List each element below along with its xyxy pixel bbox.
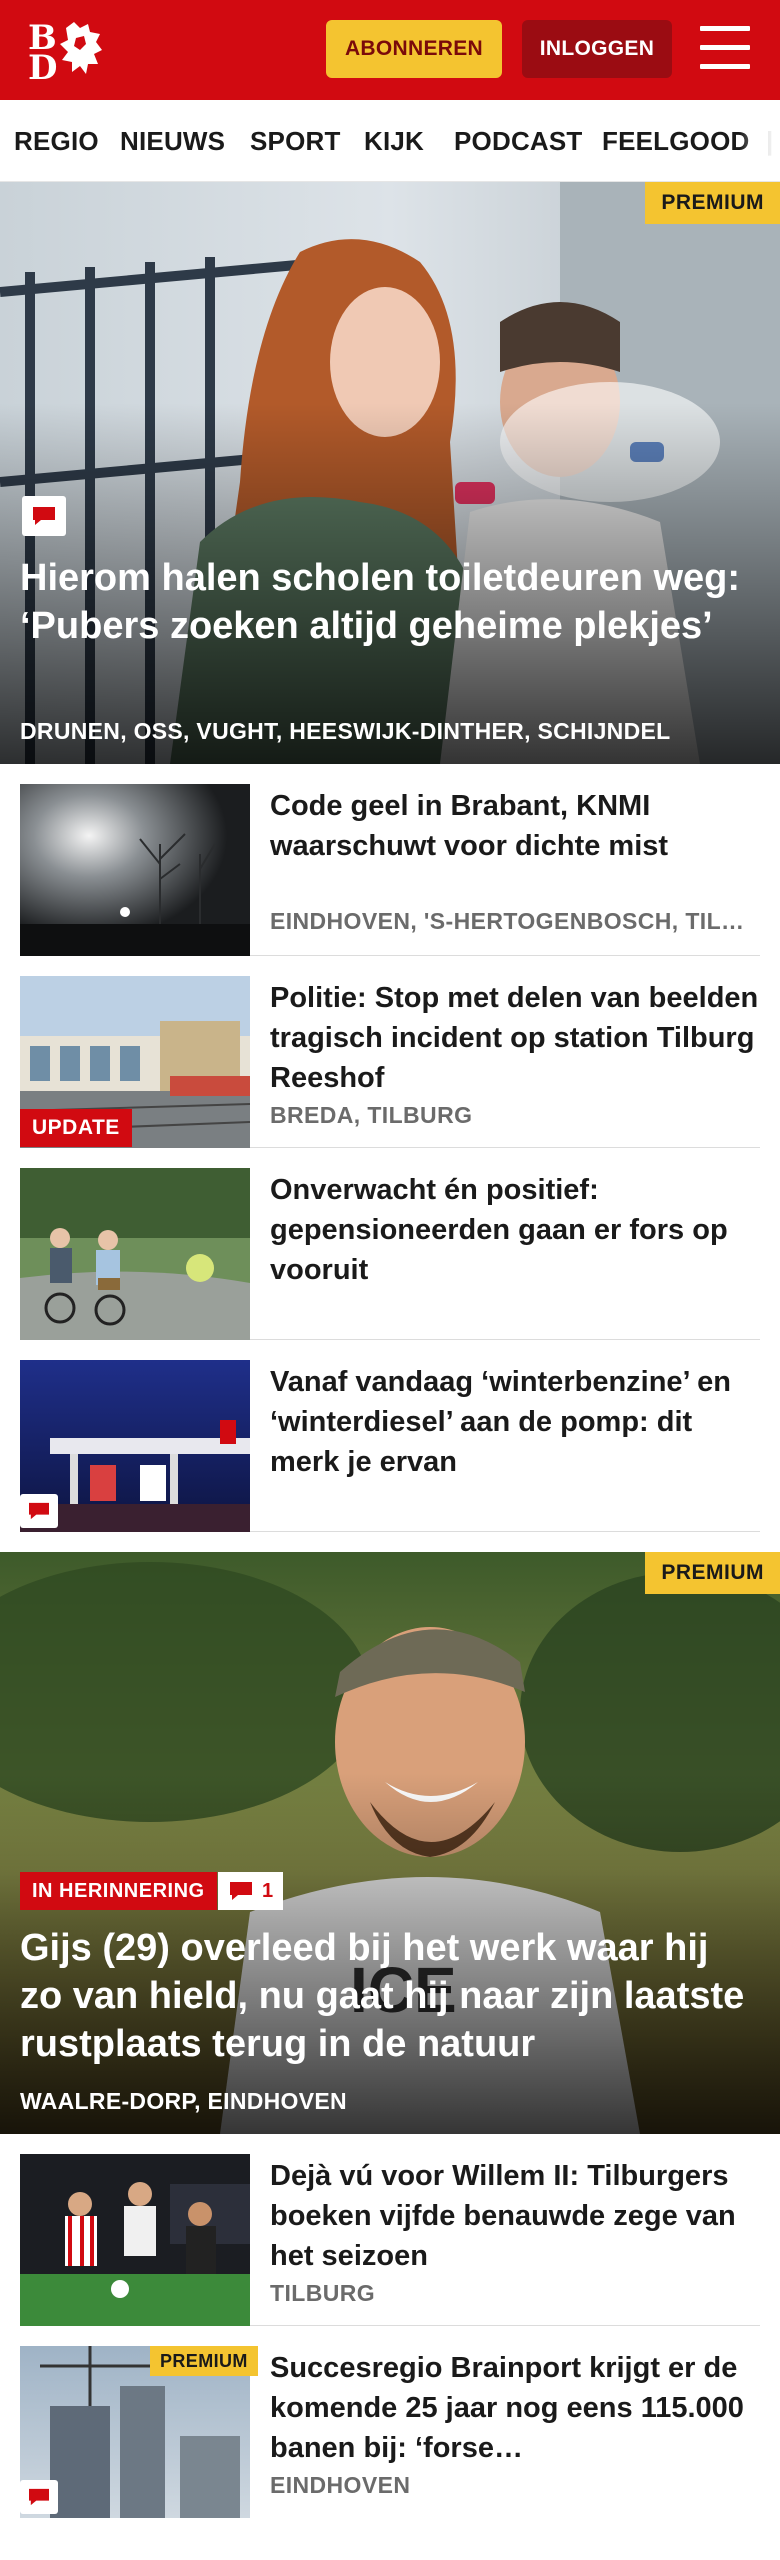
- article-locations: TILBURG: [270, 2280, 376, 2306]
- update-badge: UPDATE: [20, 1109, 132, 1147]
- login-button[interactable]: INLOGGEN: [522, 20, 672, 78]
- comment-icon: [22, 496, 66, 536]
- hero-title[interactable]: Gijs (29) overleed bij het werk waar hij…: [20, 1924, 750, 2068]
- list-item[interactable]: Code geel in Brabant, KNMI waarschuwt vo…: [20, 784, 760, 956]
- top-bar: B D ABONNEREN INLOGGEN: [0, 0, 780, 100]
- comment-icon: [20, 2480, 58, 2514]
- nav-item-regio[interactable]: REGIO: [14, 100, 99, 181]
- hero-locations: WAALRE-DORP, EINDHOVEN: [20, 2088, 347, 2114]
- hero-title[interactable]: Hierom halen scholen toiletdeuren weg: ‘…: [20, 554, 750, 650]
- nav-item-podcast[interactable]: PODCAST: [454, 100, 583, 181]
- article-locations: EINDHOVEN: [270, 2472, 411, 2498]
- logo-letter-d: D: [28, 48, 58, 88]
- article-thumbnail: [20, 1168, 250, 1340]
- nav-item-sport[interactable]: SPORT: [250, 100, 341, 181]
- nav-fade: [740, 100, 780, 181]
- article-title[interactable]: Politie: Stop met delen van beelden trag…: [270, 978, 760, 1098]
- hero-article-2[interactable]: ICE PREMIUM IN HERINNERING 1 Gijs (29) o…: [0, 1552, 780, 2134]
- bd-logo[interactable]: B D: [28, 18, 112, 88]
- lion-emblem-icon: [60, 22, 102, 74]
- nav-item-feelgood[interactable]: FEELGOOD: [602, 100, 750, 181]
- article-title[interactable]: Code geel in Brabant, KNMI waarschuwt vo…: [270, 786, 760, 866]
- list-item[interactable]: Vanaf vandaag ‘winterbenzine’ en ‘winter…: [20, 1360, 760, 1532]
- article-title[interactable]: Dejà vú voor Willem II: Tilburgers boeke…: [270, 2156, 760, 2276]
- premium-badge: PREMIUM: [645, 1552, 780, 1594]
- comment-icon: [20, 1494, 58, 1528]
- premium-badge: PREMIUM: [150, 2346, 258, 2376]
- article-thumbnail: [20, 784, 250, 956]
- subscribe-button[interactable]: ABONNEREN: [326, 20, 502, 78]
- article-locations: EINDHOVEN, 'S-HERTOGENBOSCH, TILBURG, BR…: [270, 908, 760, 934]
- section-nav: REGIO NIEUWS SPORT KIJK PODCAST FEELGOOD…: [0, 100, 780, 182]
- hero-article[interactable]: PREMIUM Hierom halen scholen toiletdeure…: [0, 182, 780, 764]
- nav-item-nieuws[interactable]: NIEUWS: [120, 100, 225, 181]
- comment-count: 1: [262, 1879, 274, 1902]
- article-title[interactable]: Onverwacht én positief: gepensioneerden …: [270, 1170, 760, 1290]
- hamburger-icon[interactable]: [700, 26, 752, 70]
- in-memoriam-badge: IN HERINNERING: [20, 1872, 217, 1910]
- comment-icon: [230, 1882, 252, 1900]
- nav-item-kijk[interactable]: KIJK: [364, 100, 424, 181]
- list-item[interactable]: Dejà vú voor Willem II: Tilburgers boeke…: [20, 2154, 760, 2326]
- list-item[interactable]: PREMIUM Succesregio Brainport krijgt er …: [20, 2346, 760, 2518]
- comment-count-badge[interactable]: 1: [218, 1872, 284, 1910]
- article-thumbnail: [20, 2154, 250, 2326]
- article-locations: BREDA, TILBURG: [270, 1102, 473, 1128]
- list-item[interactable]: Onverwacht én positief: gepensioneerden …: [20, 1168, 760, 1340]
- hero-locations: DRUNEN, OSS, VUGHT, HEESWIJK-DINTHER, SC…: [20, 718, 671, 744]
- article-title[interactable]: Succesregio Brainport krijgt er de komen…: [270, 2348, 760, 2468]
- article-title[interactable]: Vanaf vandaag ‘winterbenzine’ en ‘winter…: [270, 1362, 760, 1482]
- premium-badge: PREMIUM: [645, 182, 780, 224]
- list-item[interactable]: UPDATE Politie: Stop met delen van beeld…: [20, 976, 760, 1148]
